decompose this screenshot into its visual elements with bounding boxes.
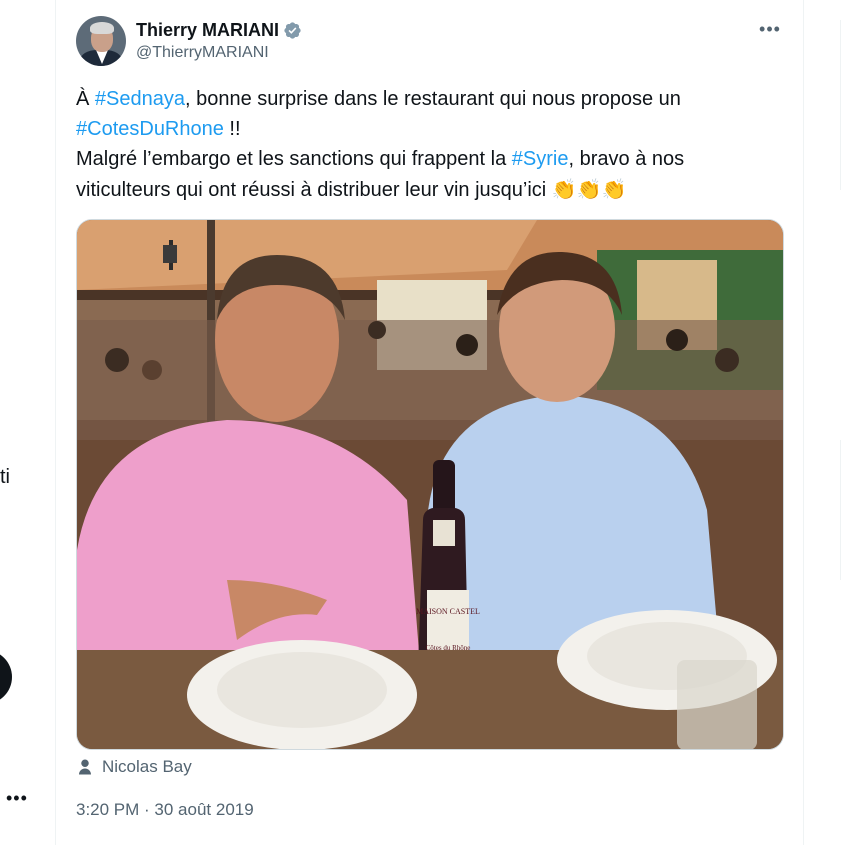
person-icon <box>79 759 91 775</box>
left-column: ti ••• <box>0 0 54 845</box>
tagged-user-name: Nicolas Bay <box>102 757 192 776</box>
clapping-hands-emoji: 👏👏👏 <box>551 177 627 201</box>
tweet-photo[interactable]: MAISON CASTEL Côtes du Rhône <box>76 219 784 750</box>
tagged-people[interactable]: Nicolas Bay <box>76 757 192 777</box>
left-avatar-fragment[interactable] <box>0 650 12 704</box>
left-text-fragment: ti <box>0 466 10 488</box>
tweet-text: À #Sednaya, bonne surprise dans le resta… <box>76 84 781 205</box>
author-handle[interactable]: @ThierryMARIANI <box>136 44 302 62</box>
author-block: Thierry MARIANI @ThierryMARIANI <box>136 20 302 62</box>
author-display-name[interactable]: Thierry MARIANI <box>136 20 279 41</box>
restaurant-photo: MAISON CASTEL Côtes du Rhône <box>77 220 783 749</box>
tweet-text-line: À #Sednaya, bonne surprise dans le resta… <box>76 88 681 110</box>
tweet-header: Thierry MARIANI @ThierryMARIANI ••• <box>76 16 785 66</box>
hashtag-link[interactable]: #Syrie <box>512 148 569 170</box>
verified-badge-icon <box>284 22 301 39</box>
tweet-article: Thierry MARIANI @ThierryMARIANI ••• À #S… <box>55 0 804 845</box>
avatar[interactable] <box>76 16 126 66</box>
tweet-text-line: #CotesDuRhone !! <box>76 118 241 140</box>
right-divider <box>840 440 841 580</box>
right-column <box>805 0 845 845</box>
hashtag-link[interactable]: #CotesDuRhone <box>76 118 224 140</box>
right-divider <box>840 20 841 190</box>
tweet-text-line: Malgré l’embargo et les sanctions qui fr… <box>76 148 685 170</box>
left-more-icon[interactable]: ••• <box>6 788 28 809</box>
tweet-text-line: viticulteurs qui ont réussi à distribuer… <box>76 177 627 201</box>
hashtag-link[interactable]: #Sednaya <box>95 88 185 110</box>
more-horizontal-icon: ••• <box>759 18 781 39</box>
bottle-label-wine: Côtes du Rhône <box>426 644 471 652</box>
bottle-label-brand: MAISON CASTEL <box>416 607 480 616</box>
more-options-button[interactable]: ••• <box>755 18 785 40</box>
tweet-timestamp[interactable]: 3:20 PM · 30 août 2019 <box>76 800 254 820</box>
